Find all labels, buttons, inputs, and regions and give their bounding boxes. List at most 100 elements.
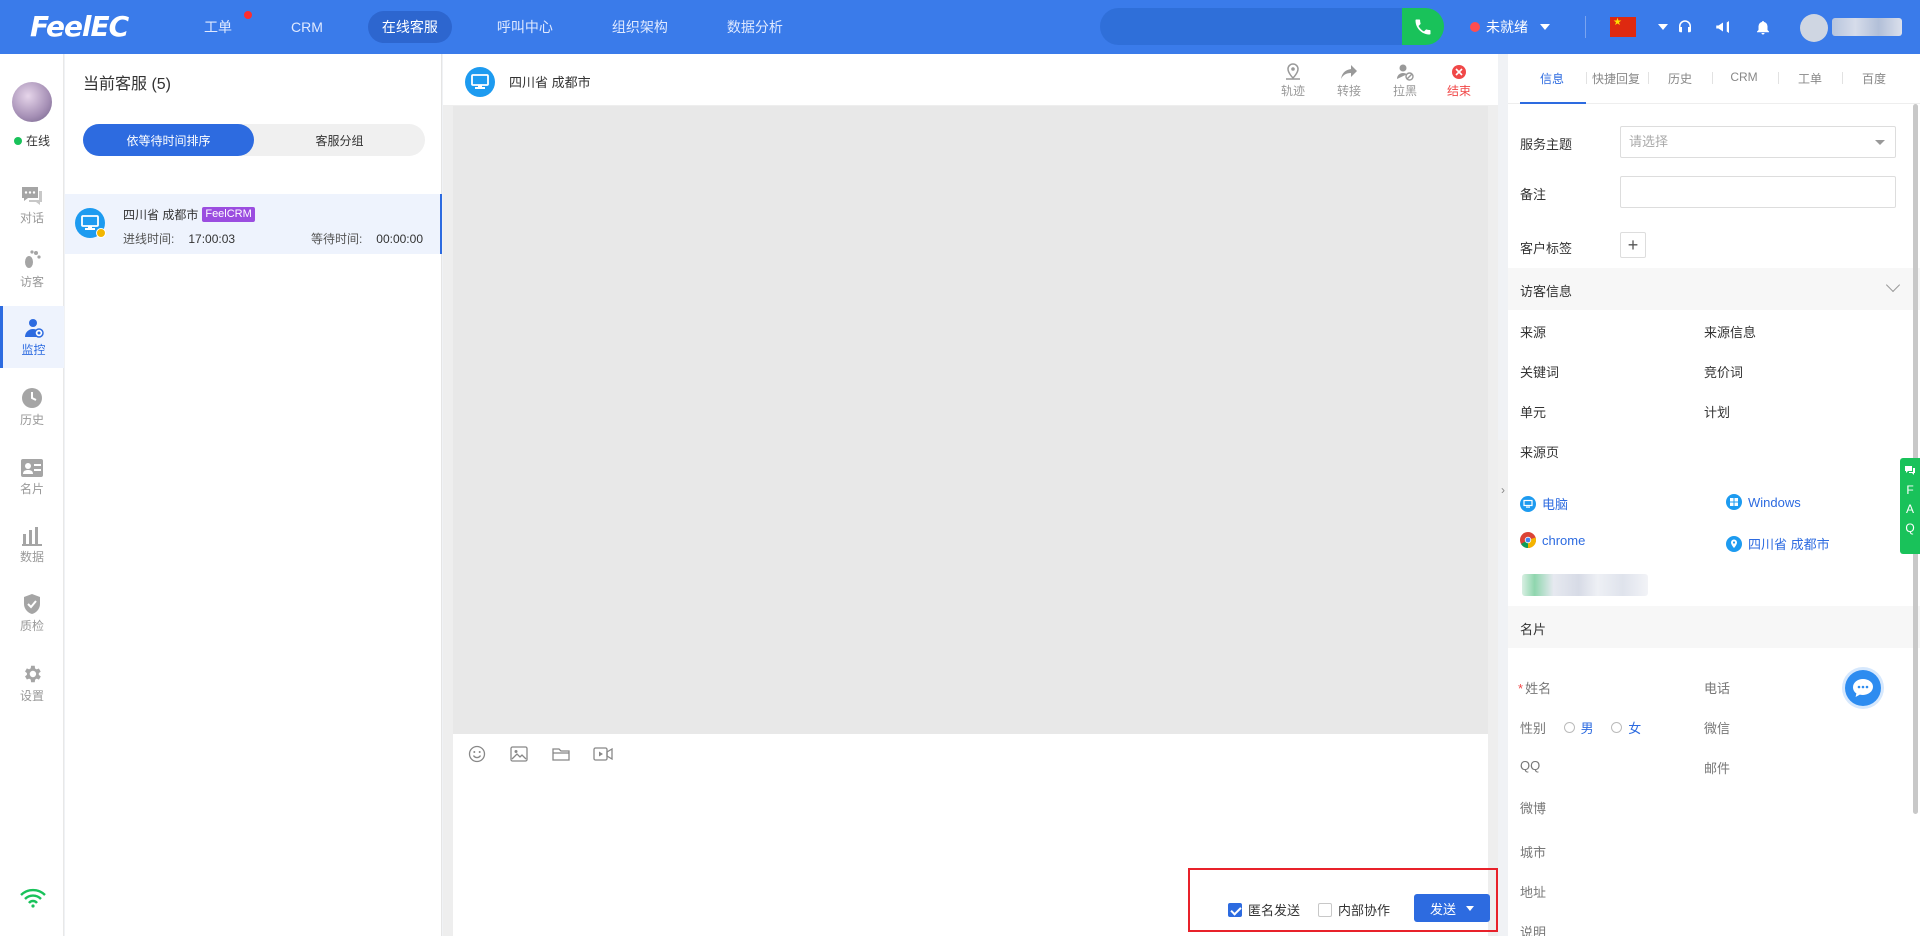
- session-list-panel: 当前客服 (5) 依等待时间排序 客服分组 四川省 成都市 FeelCRM 进线…: [65, 54, 442, 936]
- session-item[interactable]: 四川省 成都市 FeelCRM 进线时间: 17:00:03 等待时间: 00:00…: [65, 194, 442, 254]
- location-pin-icon: [1726, 535, 1742, 552]
- status-label: 未就绪: [1486, 19, 1528, 35]
- track-button[interactable]: 轨迹: [1275, 62, 1311, 99]
- wait-time: 00:00:00: [376, 232, 423, 246]
- wifi-icon: [20, 888, 46, 911]
- send-button[interactable]: 发送: [1414, 894, 1490, 922]
- faq-tab[interactable]: F A Q: [1900, 458, 1920, 554]
- tab-history[interactable]: 历史: [1658, 70, 1702, 87]
- china-flag-icon[interactable]: ★: [1610, 17, 1636, 37]
- location-pin-icon: [1286, 63, 1300, 80]
- service-topic-label: 服务主题: [1520, 137, 1573, 152]
- device-info: 电脑: [1520, 494, 1568, 513]
- video-icon[interactable]: [593, 744, 613, 764]
- tab-ticket[interactable]: 工单: [1788, 70, 1832, 87]
- name-label: * 姓名: [1518, 681, 1552, 696]
- source-page-label: 来源页: [1520, 445, 1560, 460]
- info-tabs: 信息 快捷回复 历史 CRM 工单 百度: [1508, 54, 1920, 104]
- internal-collab-checkbox[interactable]: 内部协作: [1318, 900, 1390, 919]
- address-label: 地址: [1520, 885, 1547, 900]
- sidebar-item-visitor[interactable]: 访客: [0, 238, 64, 300]
- os-info: Windows: [1726, 494, 1801, 510]
- headset-icon[interactable]: [1674, 16, 1696, 38]
- computer-icon: [1520, 495, 1536, 512]
- gender-female-radio[interactable]: 女: [1611, 718, 1641, 737]
- emoji-icon[interactable]: [467, 744, 487, 764]
- sidebar-item-monitor[interactable]: 监控: [0, 306, 64, 368]
- chrome-icon: [96, 228, 106, 238]
- nav-ticket[interactable]: 工单: [190, 11, 252, 43]
- user-avatar[interactable]: [1800, 14, 1828, 42]
- agent-status-dropdown[interactable]: 未就绪: [1470, 17, 1550, 37]
- card-section: 名片: [1508, 606, 1920, 648]
- chrome-icon: [1520, 532, 1536, 548]
- session-name: 四川省 成都市 FeelCRM: [123, 206, 255, 223]
- phone-icon: [1415, 19, 1431, 34]
- chevron-down-icon: [1540, 24, 1550, 30]
- notification-dot: [244, 11, 252, 19]
- nav-call-center[interactable]: 呼叫中心: [483, 11, 567, 43]
- add-tag-button[interactable]: +: [1620, 232, 1646, 258]
- call-button[interactable]: [1402, 8, 1444, 45]
- floating-chat-button[interactable]: [1845, 670, 1881, 706]
- chevron-right-icon: ›: [1501, 483, 1505, 497]
- sidebar-item-quality[interactable]: 质检: [0, 582, 64, 644]
- source-info-label: 来源信息: [1704, 325, 1757, 340]
- agent-group-tab[interactable]: 客服分组: [254, 124, 425, 156]
- unit-label: 单元: [1520, 405, 1547, 420]
- tab-crm[interactable]: CRM: [1722, 70, 1766, 84]
- online-status[interactable]: 在线: [14, 132, 50, 149]
- nav-organization[interactable]: 组织架构: [598, 11, 682, 43]
- sidebar-item-card[interactable]: 名片: [0, 446, 64, 508]
- bell-icon[interactable]: [1752, 16, 1774, 38]
- transfer-button[interactable]: 转接: [1331, 62, 1367, 99]
- tab-info[interactable]: 信息: [1532, 70, 1572, 87]
- megaphone-icon[interactable]: [1712, 16, 1734, 38]
- chevron-down-icon[interactable]: [1466, 905, 1474, 911]
- browser-info: chrome: [1520, 532, 1585, 548]
- checkbox-checked[interactable]: [1228, 902, 1242, 917]
- enter-time: 17:00:03: [188, 232, 236, 246]
- sidebar-item-data[interactable]: 数据: [0, 514, 64, 576]
- wechat-label: 微信: [1704, 721, 1731, 736]
- anonymous-send-checkbox[interactable]: 匿名发送: [1228, 900, 1300, 919]
- end-chat-button[interactable]: 结束: [1441, 62, 1477, 99]
- close-circle-icon: [1452, 65, 1466, 79]
- message-area[interactable]: [453, 106, 1488, 734]
- folder-icon[interactable]: [551, 744, 571, 764]
- visitor-info-section[interactable]: 访客信息: [1508, 268, 1920, 310]
- sidebar-item-settings[interactable]: 设置: [0, 652, 64, 714]
- chevron-down-icon[interactable]: [1658, 24, 1668, 30]
- bar-chart-icon: [22, 526, 42, 546]
- customer-tag-label: 客户标签: [1520, 241, 1573, 256]
- sidebar-item-chat[interactable]: 对话: [0, 174, 64, 236]
- remark-input[interactable]: [1620, 176, 1896, 208]
- agent-avatar[interactable]: [12, 82, 52, 122]
- sidebar-item-history[interactable]: 历史: [0, 376, 64, 438]
- main-nav: 工单 CRM 在线客服 呼叫中心 组织架构 数据分析: [190, 0, 828, 54]
- nav-data-analysis[interactable]: 数据分析: [713, 11, 797, 43]
- status-dot: [1470, 22, 1480, 32]
- info-panel: 信息 快捷回复 历史 CRM 工单 百度 服务主题 请选择 备注 客户标签 + …: [1508, 54, 1920, 936]
- nav-online-service[interactable]: 在线客服: [367, 11, 452, 43]
- dial-input[interactable]: [1100, 8, 1403, 45]
- service-topic-select[interactable]: 请选择: [1620, 126, 1896, 158]
- divider: [1585, 16, 1586, 38]
- gender-male-radio[interactable]: 男: [1563, 718, 1594, 737]
- nav-crm[interactable]: CRM: [277, 13, 337, 41]
- windows-icon: [1726, 494, 1742, 510]
- chat-bubble-icon: [1853, 679, 1873, 697]
- image-icon[interactable]: [509, 744, 529, 764]
- brand-logo[interactable]: FeelEC: [30, 10, 129, 43]
- session-meta: 进线时间: 17:00:03 等待时间: 00:00:00: [123, 232, 423, 246]
- block-button[interactable]: 拉黑: [1387, 62, 1423, 99]
- collapse-panel-handle[interactable]: ›: [1498, 440, 1508, 540]
- sort-by-wait-time-tab[interactable]: 依等待时间排序: [83, 124, 254, 156]
- clock-icon: [22, 387, 42, 408]
- tab-baidu[interactable]: 百度: [1852, 70, 1896, 87]
- user-name-blurred[interactable]: [1832, 18, 1902, 36]
- chat-header: 四川省 成都市 轨迹 转接 拉黑 结束: [443, 54, 1498, 106]
- tab-quick-reply[interactable]: 快捷回复: [1588, 70, 1644, 87]
- checkbox-unchecked[interactable]: [1318, 902, 1332, 917]
- block-user-icon: [1397, 64, 1414, 81]
